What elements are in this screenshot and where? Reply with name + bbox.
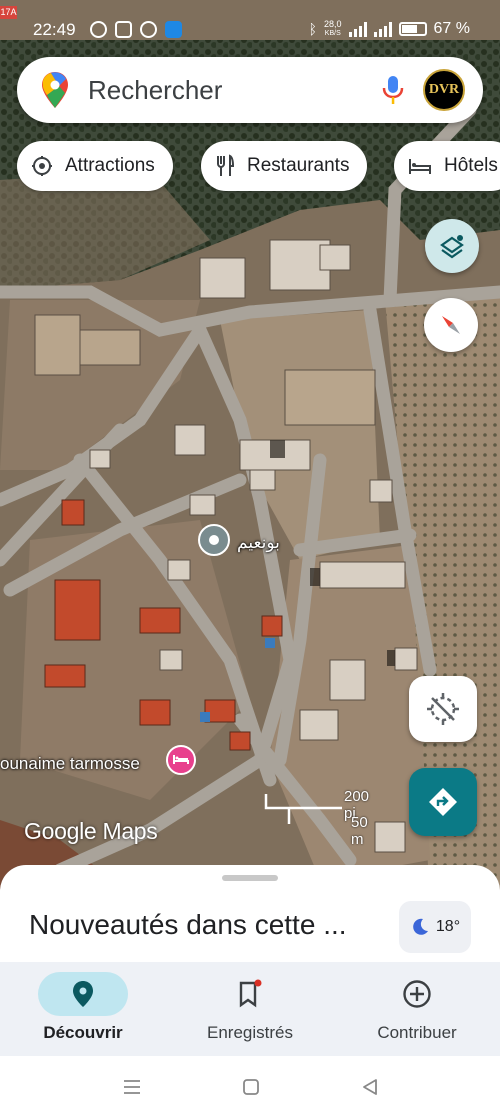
corner-tag: 17A — [0, 6, 17, 19]
place-label-arabic[interactable]: بونعيم — [237, 533, 280, 553]
layers-button[interactable] — [425, 219, 479, 273]
hotel-icon — [409, 159, 431, 174]
instagram-icon — [115, 21, 132, 38]
chip-restaurants[interactable]: Restaurants — [201, 141, 368, 191]
explore-pin-icon — [73, 981, 93, 1007]
chip-attractions[interactable]: Attractions — [17, 141, 173, 191]
headphones-icon — [165, 21, 182, 38]
tab-icon-container — [372, 972, 462, 1016]
google-maps-pin-icon — [42, 72, 68, 108]
compass-icon — [442, 316, 460, 334]
tab-contribute[interactable]: Contribuer — [334, 962, 500, 1056]
bookmark-icon — [239, 979, 262, 1008]
restaurant-icon — [217, 154, 235, 176]
whatsapp-icon — [140, 21, 157, 38]
status-bar: 17A 22:49 ᛒ 28,0 KB/S 67 % — [0, 0, 500, 52]
temperature: 18° — [435, 918, 461, 935]
system-navigation-bar — [0, 1056, 500, 1118]
back-triangle-icon — [363, 1079, 377, 1095]
home-square-icon — [243, 1079, 259, 1095]
back-button[interactable] — [358, 1075, 382, 1099]
battery-icon — [398, 22, 427, 36]
snapchat-icon — [90, 21, 107, 38]
menu-icon — [124, 1080, 140, 1094]
compass-button[interactable] — [424, 298, 478, 352]
moon-icon — [413, 918, 428, 935]
google-maps-logo: Google Maps — [24, 818, 158, 844]
directions-icon — [429, 788, 457, 816]
battery-percent: 67 % — [433, 20, 470, 37]
chip-label: Restaurants — [247, 155, 350, 176]
recent-apps-button[interactable] — [120, 1075, 144, 1099]
my-location-button[interactable] — [409, 676, 477, 742]
tab-label: Enregistrés — [207, 1023, 293, 1042]
hotel-marker-icon[interactable] — [166, 745, 196, 775]
chip-label: Hôtels — [444, 155, 498, 176]
scale-metric: 50 m — [351, 814, 368, 848]
tab-icon-container — [38, 972, 128, 1016]
map-view[interactable]: بونعيم ounaime tarmosse 200 pi 50 m Goog… — [0, 0, 500, 900]
tab-icon-container — [205, 972, 295, 1016]
weather-chip[interactable]: 18° — [399, 901, 471, 953]
search-bar[interactable]: Rechercher DVR — [17, 57, 483, 123]
tab-explore[interactable]: Découvrir — [0, 962, 166, 1056]
search-input[interactable]: Rechercher — [88, 75, 222, 106]
chip-hotels[interactable]: Hôtels — [394, 141, 500, 191]
tab-label: Découvrir — [43, 1023, 123, 1042]
hotel-label[interactable]: ounaime tarmosse — [0, 754, 140, 774]
sheet-title[interactable]: Nouveautés dans cette ... — [29, 909, 347, 941]
avatar[interactable]: DVR — [423, 69, 465, 111]
location-pin-icon[interactable] — [197, 523, 231, 557]
net-speed-value: 28,0 — [324, 19, 342, 29]
directions-button[interactable] — [409, 768, 477, 836]
status-right: ᛒ 28,0 KB/S 67 % — [309, 20, 470, 38]
map-scale: 200 pi 50 m — [264, 788, 369, 848]
signal-icon — [348, 21, 367, 37]
home-button[interactable] — [239, 1075, 263, 1099]
tab-saved[interactable]: Enregistrés — [167, 962, 333, 1056]
notification-icons — [90, 21, 182, 38]
location-disabled-icon — [427, 693, 459, 725]
add-circle-icon — [403, 980, 431, 1008]
chip-label: Attractions — [65, 155, 155, 176]
net-speed: 28,0 KB/S — [324, 20, 342, 38]
signal-icon-2 — [373, 21, 392, 37]
net-speed-unit: KB/S — [324, 30, 341, 37]
attraction-icon — [32, 156, 52, 176]
bluetooth-icon: ᛒ — [308, 21, 317, 37]
sheet-drag-handle[interactable] — [222, 875, 278, 881]
status-time: 22:49 — [33, 20, 76, 39]
layers-icon — [440, 235, 464, 259]
microphone-icon[interactable] — [381, 74, 405, 106]
tab-label: Contribuer — [377, 1023, 457, 1042]
bottom-navigation: Découvrir Enregistrés Contribuer — [0, 962, 500, 1056]
